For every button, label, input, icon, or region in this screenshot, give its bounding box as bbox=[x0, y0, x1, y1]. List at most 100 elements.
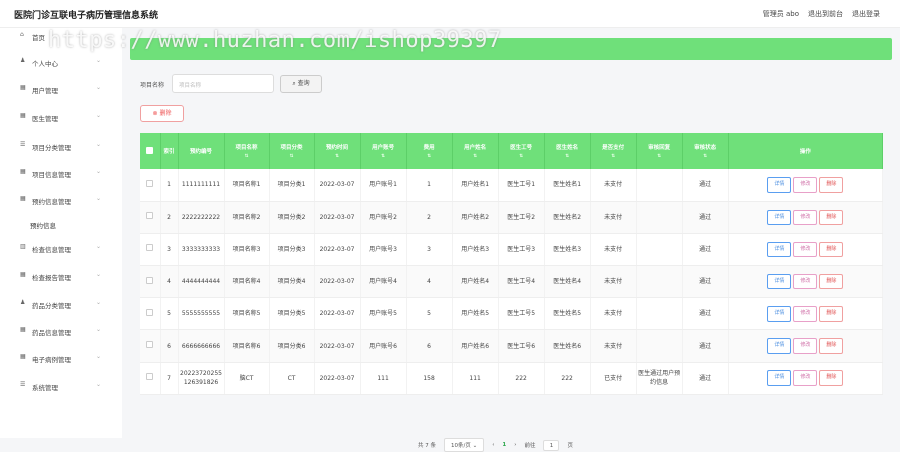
cell-acct: 用户账号4 bbox=[360, 265, 407, 299]
column-header[interactable]: 索引 bbox=[160, 133, 179, 169]
column-header[interactable]: 审核回复 ⇅ bbox=[636, 133, 683, 169]
detail-button[interactable]: 详情 bbox=[767, 177, 792, 193]
detail-button[interactable]: 详情 bbox=[767, 306, 792, 322]
sort-icon: ⇅ bbox=[381, 154, 385, 159]
prev-page-button[interactable]: ‹ bbox=[492, 442, 494, 448]
cell-name: 项目名称2 bbox=[224, 201, 270, 234]
column-header[interactable]: 用户姓名 ⇅ bbox=[452, 133, 499, 169]
sidebar-item[interactable]: ▦ 电子病例管理 ⌄ bbox=[0, 350, 122, 366]
edit-button[interactable]: 修改 bbox=[793, 306, 818, 322]
chevron-down-icon: ⌄ bbox=[96, 84, 102, 91]
column-header[interactable]: 预约时间 ⇅ bbox=[314, 133, 361, 169]
search-button[interactable]: ⌕ 查询 bbox=[280, 75, 322, 93]
row-delete-button[interactable]: 删除 bbox=[819, 338, 844, 354]
grid-icon: ▦ bbox=[20, 112, 26, 119]
edit-button[interactable]: 修改 bbox=[793, 338, 818, 354]
goto-page-input[interactable]: 1 bbox=[543, 439, 560, 451]
column-header[interactable]: 审核状态 ⇅ bbox=[682, 133, 729, 169]
row-checkbox[interactable] bbox=[140, 265, 161, 299]
cell-cat: 项目分类2 bbox=[269, 201, 315, 234]
edit-button[interactable]: 修改 bbox=[793, 209, 818, 226]
column-header[interactable]: 医生工号 ⇅ bbox=[498, 133, 545, 169]
column-header[interactable]: 费用 ⇅ bbox=[406, 133, 453, 169]
column-header[interactable]: 用户账号 ⇅ bbox=[360, 133, 407, 169]
sidebar-item[interactable]: ☰ 项目分类管理 ⌄ bbox=[0, 138, 122, 154]
column-header[interactable]: 医生姓名 ⇅ bbox=[544, 133, 591, 169]
sidebar-item[interactable]: ▦ 检查报告管理 ⌄ bbox=[0, 268, 122, 284]
sidebar-item[interactable]: ☰ 系统管理 ⌄ bbox=[0, 378, 122, 394]
detail-button[interactable]: 详情 bbox=[767, 338, 792, 354]
row-checkbox[interactable] bbox=[140, 233, 161, 267]
cell-operations: 详情 修改 删除 bbox=[728, 362, 884, 395]
cell-docno: 222 bbox=[498, 362, 545, 395]
column-header[interactable]: 是否支付 ⇅ bbox=[590, 133, 637, 169]
cell-doc: 医生姓名5 bbox=[544, 297, 591, 331]
sort-icon: ⇅ bbox=[289, 154, 294, 159]
current-page[interactable]: 1 bbox=[502, 442, 506, 448]
row-delete-button[interactable]: 删除 bbox=[819, 273, 844, 290]
cell-name: 项目名称1 bbox=[224, 169, 270, 202]
sidebar-item[interactable]: ▦ 药品信息管理 ⌄ bbox=[0, 323, 122, 339]
sidebar-item[interactable]: ♟ 个人中心 ⌄ bbox=[0, 54, 122, 70]
column-header-label: 项目名称 bbox=[235, 145, 258, 151]
row-checkbox[interactable] bbox=[140, 297, 161, 331]
sidebar-item[interactable]: ♟ 药品分类管理 ⌄ bbox=[0, 296, 122, 312]
row-checkbox[interactable] bbox=[140, 329, 161, 363]
sidebar-item[interactable]: ▦ 用户管理 ⌄ bbox=[0, 81, 122, 97]
sidebar-subitem[interactable]: 预约信息 bbox=[30, 220, 56, 230]
sidebar-item-label: 检查信息管理 bbox=[32, 246, 71, 254]
column-header[interactable]: 预约编号 bbox=[178, 133, 225, 169]
cell-docno: 医生工号4 bbox=[498, 265, 545, 299]
cell-doc: 医生姓名2 bbox=[544, 201, 591, 234]
select-all-checkbox[interactable] bbox=[140, 133, 161, 169]
page-size-value: 10条/页 bbox=[451, 443, 471, 449]
cell-reply bbox=[636, 297, 683, 331]
detail-button[interactable]: 详情 bbox=[767, 273, 792, 290]
search-input[interactable]: 项目名称 bbox=[172, 74, 274, 93]
column-header[interactable]: 项目名称 ⇅ bbox=[224, 133, 270, 169]
cell-name: 项目名称6 bbox=[224, 329, 270, 363]
cell-fee: 158 bbox=[406, 362, 453, 395]
cell-status: 通过 bbox=[682, 297, 729, 331]
cell-uname: 111 bbox=[452, 362, 499, 395]
cell-fee: 3 bbox=[406, 233, 453, 267]
detail-button[interactable]: 详情 bbox=[767, 370, 792, 386]
row-checkbox[interactable] bbox=[140, 362, 161, 395]
cell-time: 2022-03-07 bbox=[314, 201, 361, 234]
chevron-down-icon: ⌄ bbox=[96, 271, 102, 278]
edit-button[interactable]: 修改 bbox=[793, 241, 818, 258]
edit-button[interactable]: 修改 bbox=[793, 177, 818, 193]
edit-button[interactable]: 修改 bbox=[793, 273, 818, 290]
back-to-front-link[interactable]: 退出到前台 bbox=[808, 9, 843, 19]
row-delete-button[interactable]: 删除 bbox=[819, 370, 844, 386]
batch-delete-button[interactable]: ⊗ 删除 bbox=[140, 105, 184, 122]
page-size-select[interactable]: 10条/页 ⌄ bbox=[444, 438, 485, 452]
cell-uname: 用户姓名3 bbox=[452, 233, 499, 267]
cell-idx: 5 bbox=[160, 297, 179, 331]
next-page-button[interactable]: › bbox=[514, 442, 516, 448]
row-checkbox[interactable] bbox=[140, 201, 161, 234]
cell-name: 脑CT bbox=[224, 362, 270, 395]
logout-link[interactable]: 退出登录 bbox=[852, 9, 880, 19]
cell-operations: 详情 修改 删除 bbox=[728, 329, 884, 363]
cell-fee: 6 bbox=[406, 329, 453, 363]
chevron-down-icon: ⌄ bbox=[96, 112, 102, 119]
sidebar-item[interactable]: ▥ 检查信息管理 ⌄ bbox=[0, 240, 122, 256]
cell-acct: 111 bbox=[360, 362, 407, 395]
row-checkbox[interactable] bbox=[140, 169, 161, 202]
sidebar-item[interactable]: ▦ 预约信息管理 ⌄ bbox=[0, 192, 122, 208]
detail-button[interactable]: 详情 bbox=[767, 209, 792, 226]
sidebar-item[interactable]: ▦ 项目信息管理 ⌄ bbox=[0, 165, 122, 181]
cell-idx: 1 bbox=[160, 169, 179, 202]
edit-button[interactable]: 修改 bbox=[793, 370, 818, 386]
detail-button[interactable]: 详情 bbox=[767, 241, 792, 258]
row-delete-button[interactable]: 删除 bbox=[819, 241, 844, 258]
row-delete-button[interactable]: 删除 bbox=[819, 177, 844, 193]
row-delete-button[interactable]: 删除 bbox=[819, 209, 844, 226]
sidebar-item-label: 项目分类管理 bbox=[32, 144, 71, 152]
row-delete-button[interactable]: 删除 bbox=[819, 306, 844, 322]
sidebar-item[interactable]: ▦ 医生管理 ⌄ bbox=[0, 109, 122, 125]
cell-fee: 2 bbox=[406, 201, 453, 234]
chevron-down-icon: ⌄ bbox=[96, 168, 102, 175]
column-header[interactable]: 项目分类 ⇅ bbox=[269, 133, 315, 169]
